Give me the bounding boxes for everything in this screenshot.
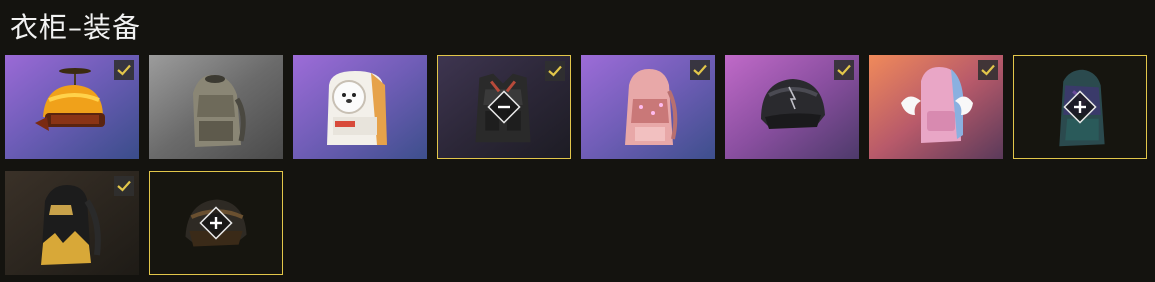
equipped-check-icon (114, 60, 134, 80)
gray-tactical-backpack-icon (149, 55, 283, 159)
wardrobe-equipment-panel: 衣柜–装备 (0, 0, 1155, 282)
equipped-check-icon (834, 60, 854, 80)
item-slot-gray-backpack[interactable] (149, 55, 283, 159)
add-item-button[interactable] (199, 206, 233, 240)
item-slot-jetpack-helmet[interactable] (5, 55, 139, 159)
page-title: 衣柜–装备 (10, 11, 142, 44)
pet-carrier-backpack-icon (293, 55, 427, 159)
equipped-check-icon (978, 60, 998, 80)
item-slot-black-gold-backpack[interactable] (5, 171, 139, 275)
equipped-check-icon (690, 60, 710, 80)
item-slot-tactical-vest[interactable] (437, 55, 571, 159)
item-slot-dog-carrier-backpack[interactable] (293, 55, 427, 159)
item-slot-black-tactical-helmet[interactable] (725, 55, 859, 159)
item-slot-pink-sequin-backpack[interactable] (581, 55, 715, 159)
equipped-check-icon (545, 61, 565, 81)
item-slot-dark-helmet[interactable] (149, 171, 283, 275)
equipped-check-icon (114, 176, 134, 196)
item-slot-winged-pink-backpack[interactable] (869, 55, 1003, 159)
remove-item-button[interactable] (487, 90, 521, 124)
item-slot-dark-teal-backpack[interactable] (1013, 55, 1147, 159)
add-item-button[interactable] (1063, 90, 1097, 124)
